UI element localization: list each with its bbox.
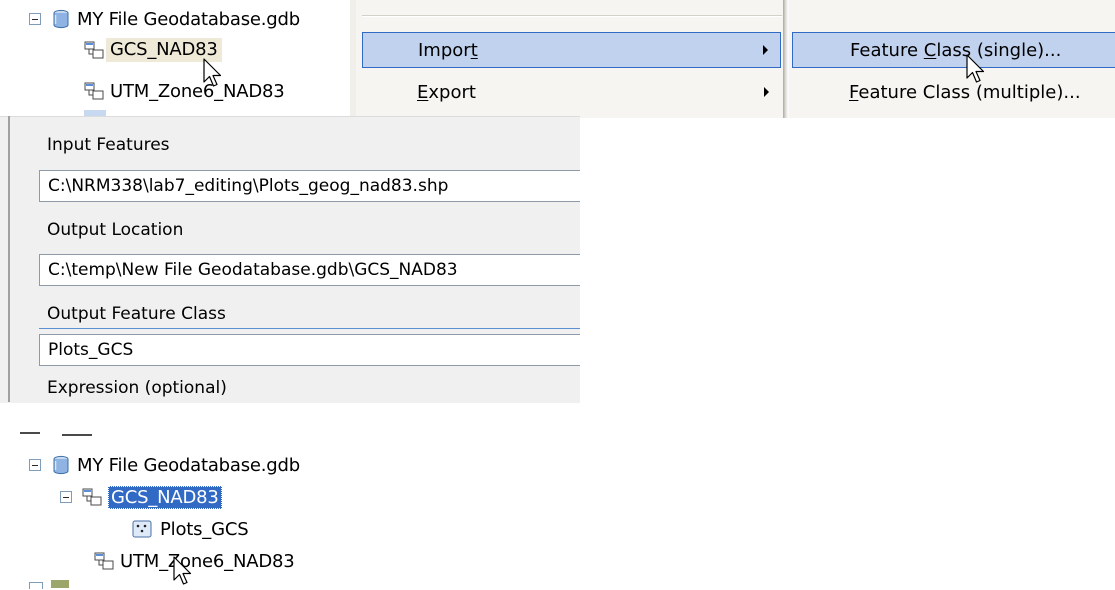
geodatabase-icon xyxy=(53,455,69,475)
tree-item-gcs-nad83[interactable]: GCS_NAD83 xyxy=(60,484,222,510)
input-features-label: Input Features xyxy=(47,135,170,155)
mouse-pointer-icon xyxy=(203,58,222,87)
field-focus-line xyxy=(39,328,580,329)
menu-item-import[interactable]: Import xyxy=(362,32,781,68)
menu-separator xyxy=(362,15,782,17)
menu-item-label: Feature Class (multiple)... xyxy=(849,81,1081,103)
top-catalog-tree: MY File Geodatabase.gdb GCS_NAD83 UTM_Zo… xyxy=(0,0,350,116)
output-feature-class-field[interactable]: Plots_GCS xyxy=(39,334,580,366)
collapse-icon[interactable] xyxy=(60,491,72,503)
context-menu-icon-strip xyxy=(350,0,356,118)
menu-item-label: Feature Class (single)... xyxy=(850,39,1062,61)
menu-item-export[interactable]: Export xyxy=(362,74,781,110)
input-features-field[interactable]: C:\NRM338\lab7_editing\Plots_geog_nad83.… xyxy=(39,170,580,202)
tree-item-geodatabase[interactable]: MY File Geodatabase.gdb xyxy=(29,6,300,32)
tree-item-gcs-nad83[interactable]: GCS_NAD83 xyxy=(84,37,222,63)
feature-dataset-icon xyxy=(94,552,114,570)
mouse-pointer-icon xyxy=(966,54,985,83)
tree-item-plots-gcs[interactable]: Plots_GCS xyxy=(132,516,249,542)
menu-item-feature-class-multiple[interactable]: Feature Class (multiple)... xyxy=(792,74,1115,110)
dataset-label: UTM_Zone6_NAD83 xyxy=(110,80,285,102)
feature-dataset-icon xyxy=(84,41,104,59)
geodatabase-icon xyxy=(53,9,69,29)
menu-item-label: Export xyxy=(417,81,476,103)
submenu-arrow-icon xyxy=(764,87,769,97)
dialog-border xyxy=(8,116,10,402)
output-feature-class-label: Output Feature Class xyxy=(47,304,226,324)
output-location-field[interactable]: C:\temp\New File Geodatabase.gdb\GCS_NAD… xyxy=(39,254,580,286)
point-feature-class-icon xyxy=(132,520,152,538)
geodatabase-label: MY File Geodatabase.gdb xyxy=(77,454,300,476)
menu-item-feature-class-single[interactable]: Feature Class (single)... xyxy=(792,32,1115,68)
mouse-pointer-icon xyxy=(173,556,192,585)
feature-dataset-icon xyxy=(84,82,104,100)
partial-tree-line xyxy=(62,428,92,436)
geodatabase-label: MY File Geodatabase.gdb xyxy=(77,8,300,30)
partial-tree-icon xyxy=(51,580,69,588)
feature-class-label: Plots_GCS xyxy=(160,518,249,540)
partial-tree-line xyxy=(20,432,40,434)
tree-item-utm-zone6[interactable]: UTM_Zone6_NAD83 xyxy=(84,78,285,104)
bottom-catalog-tree: MY File Geodatabase.gdb GCS_NAD83 Plots_… xyxy=(0,402,600,589)
menu-item-label: Import xyxy=(418,39,478,61)
tree-item-geodatabase[interactable]: MY File Geodatabase.gdb xyxy=(29,452,300,478)
submenu-arrow-icon xyxy=(763,45,768,55)
collapse-icon[interactable] xyxy=(29,13,41,25)
output-location-label: Output Location xyxy=(47,220,184,240)
collapse-icon[interactable] xyxy=(29,459,41,471)
feature-dataset-icon xyxy=(82,488,102,506)
dataset-label: UTM_Zone6_NAD83 xyxy=(120,550,295,572)
dataset-label-selected: GCS_NAD83 xyxy=(108,485,222,509)
expression-label: Expression (optional) xyxy=(47,378,227,398)
